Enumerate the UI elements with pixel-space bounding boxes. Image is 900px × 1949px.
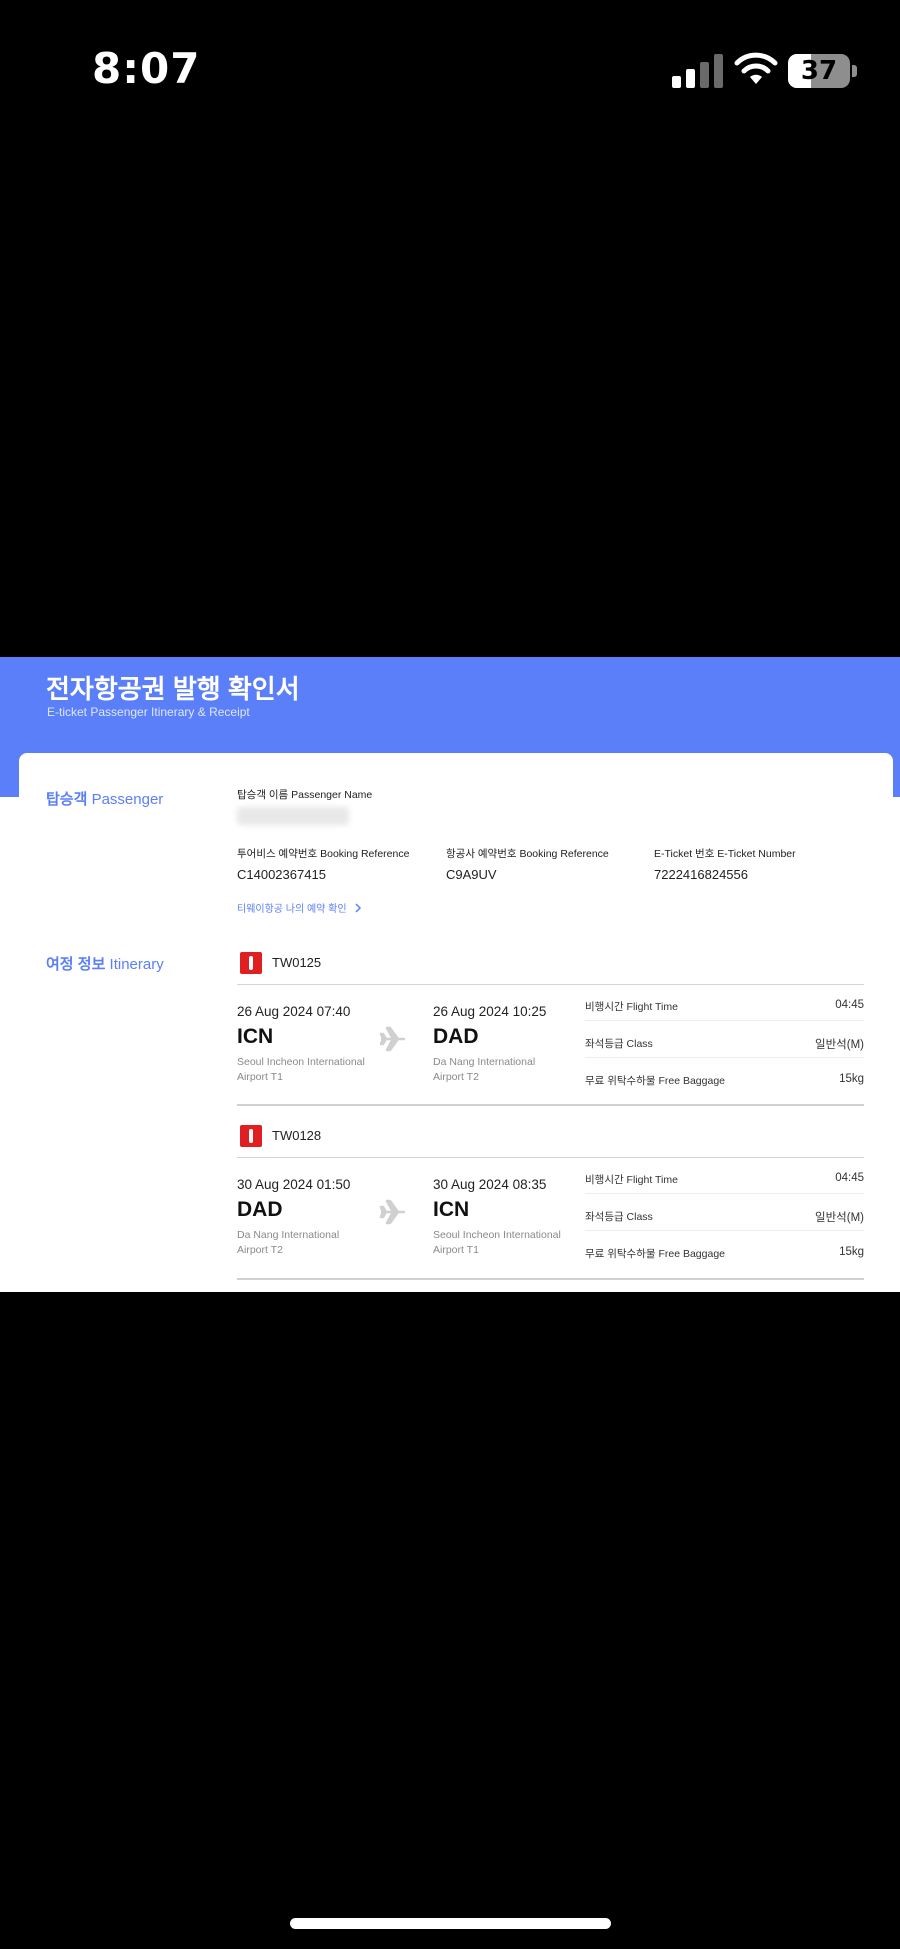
- flight-number: TW0128: [272, 1128, 322, 1143]
- arrival-datetime: 30 Aug 2024 08:35: [433, 1177, 547, 1192]
- airline-booking-value: C9A9UV: [446, 867, 497, 882]
- divider: [237, 984, 864, 985]
- chevron-right-icon: [355, 903, 362, 913]
- departure-airport: Da Nang International Airport T2: [237, 1229, 340, 1256]
- home-indicator[interactable]: [290, 1918, 611, 1929]
- passenger-section-label: 탑승객 Passenger: [46, 791, 164, 808]
- flight-divider: [237, 1278, 864, 1280]
- status-bar: 8:07 37: [0, 0, 900, 140]
- airplane-icon: [379, 1199, 405, 1225]
- document-subtitle: E-ticket Passenger Itinerary & Receipt: [47, 705, 250, 719]
- arrival-code: DAD: [433, 1025, 479, 1048]
- airplane-icon: [379, 1026, 405, 1052]
- departure-code: DAD: [237, 1198, 283, 1221]
- flight-time-value: 04:45: [835, 999, 864, 1011]
- flight-time-label: 비행시간 Flight Time: [585, 1001, 678, 1013]
- class-value: 일반석(M): [815, 1039, 864, 1051]
- passenger-name-label: 탑승객 이름 Passenger Name: [237, 789, 373, 801]
- arrival-code: ICN: [433, 1198, 470, 1221]
- eticket-document: 전자항공권 발행 확인서 E-ticket Passenger Itinerar…: [0, 657, 900, 1292]
- class-label: 좌석등급 Class: [585, 1038, 653, 1050]
- battery-icon: 37: [788, 54, 858, 88]
- arrival-airport: Da Nang International Airport T2: [433, 1056, 536, 1083]
- flight-number: TW0125: [272, 955, 322, 970]
- divider: [585, 1193, 864, 1194]
- wifi-icon: [734, 52, 778, 84]
- baggage-label: 무료 위탁수하물 Free Baggage: [585, 1248, 726, 1260]
- tourvis-booking-value: C14002367415: [237, 867, 326, 882]
- airline-logo-icon: [240, 1125, 262, 1147]
- cellular-signal-icon: [672, 54, 723, 88]
- flight-time-value: 04:45: [835, 1172, 864, 1184]
- departure-datetime: 30 Aug 2024 01:50: [237, 1177, 351, 1192]
- arrival-airport: Seoul Incheon International Airport T1: [433, 1229, 561, 1256]
- eticket-number-label: E-Ticket 번호 E-Ticket Number: [654, 848, 796, 860]
- airline-logo-icon: [240, 952, 262, 974]
- my-booking-link-label: 티웨이항공 나의 예약 확인: [237, 904, 347, 915]
- battery-level: 37: [800, 56, 838, 86]
- baggage-label: 무료 위탁수하물 Free Baggage: [585, 1075, 726, 1087]
- itinerary-section-label: 여정 정보 Itinerary: [46, 956, 164, 973]
- departure-datetime: 26 Aug 2024 07:40: [237, 1004, 351, 1019]
- status-time: 8:07: [92, 44, 201, 93]
- divider: [585, 1057, 864, 1058]
- class-value: 일반석(M): [815, 1212, 864, 1224]
- arrival-datetime: 26 Aug 2024 10:25: [433, 1004, 547, 1019]
- departure-airport: Seoul Incheon International Airport T1: [237, 1056, 365, 1083]
- baggage-value: 15kg: [839, 1073, 864, 1085]
- class-label: 좌석등급 Class: [585, 1211, 653, 1223]
- divider: [585, 1230, 864, 1231]
- departure-code: ICN: [237, 1025, 274, 1048]
- document-title: 전자항공권 발행 확인서: [46, 674, 300, 704]
- tourvis-booking-label: 투어비스 예약번호 Booking Reference: [237, 848, 410, 860]
- divider: [237, 1157, 864, 1158]
- passenger-name-redacted: [237, 807, 349, 825]
- flight-time-label: 비행시간 Flight Time: [585, 1174, 678, 1186]
- baggage-value: 15kg: [839, 1246, 864, 1258]
- flight-divider: [237, 1104, 864, 1106]
- divider: [585, 1020, 864, 1021]
- airline-booking-label: 항공사 예약번호 Booking Reference: [446, 848, 609, 860]
- eticket-number-value: 7222416824556: [654, 867, 748, 882]
- my-booking-link[interactable]: 티웨이항공 나의 예약 확인: [237, 900, 363, 915]
